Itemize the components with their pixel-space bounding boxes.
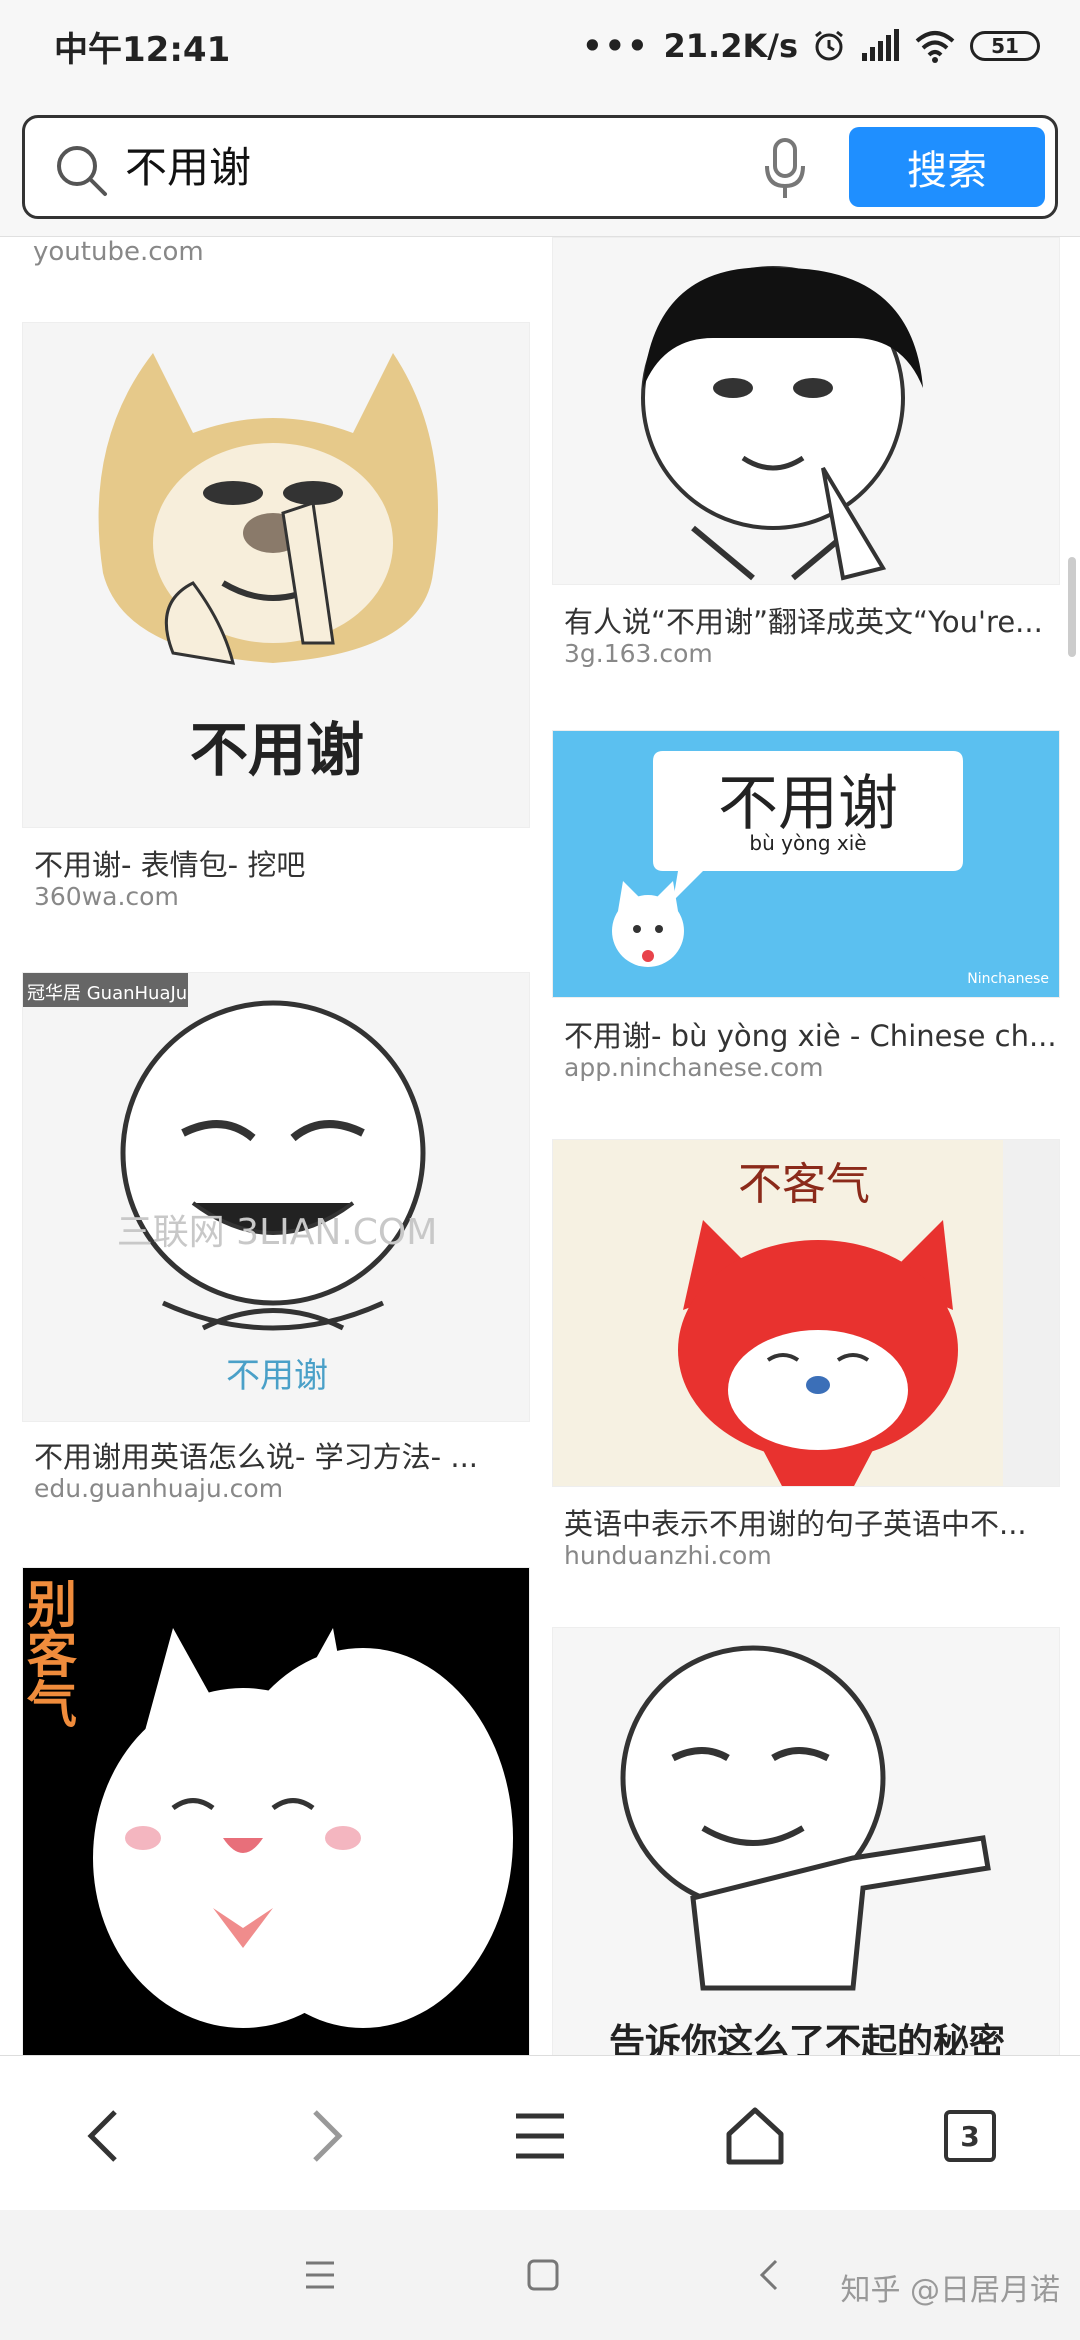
result-domain[interactable]: youtube.com xyxy=(33,237,204,267)
result-card[interactable]: 不客气 英语中表示不用谢的句子英语中不... hunduanzhi.com xyxy=(552,1139,1060,1570)
system-home-icon xyxy=(527,2259,559,2291)
result-domain[interactable]: 3g.163.com xyxy=(564,639,713,668)
result-thumbnail[interactable]: 不客气 xyxy=(552,1139,1060,1487)
forward-button[interactable] xyxy=(285,2096,365,2176)
system-menu-button[interactable] xyxy=(295,2250,345,2300)
result-domain[interactable]: edu.guanhuaju.com xyxy=(34,1474,283,1503)
search-button[interactable]: 搜索 xyxy=(849,127,1045,207)
menu-icon xyxy=(516,2113,564,2159)
ninchanese-logo: Ninchanese xyxy=(967,971,1049,987)
result-thumbnail[interactable]: 告诉你这么了不起的秘密 xyxy=(552,1627,1060,2055)
result-card[interactable]: 不用谢 bù yòng xiè Ninchanese 不用谢- bù yòng … xyxy=(552,730,1060,1082)
result-domain[interactable]: 360wa.com xyxy=(34,882,179,911)
alarm-icon xyxy=(815,30,843,61)
home-button[interactable] xyxy=(715,2096,795,2176)
pointing-face-image xyxy=(553,1628,1059,2055)
result-title[interactable]: 英语中表示不用谢的句子英语中不... xyxy=(564,1501,1060,1543)
meme-caption: 不用谢 xyxy=(226,1356,328,1396)
result-thumbnail[interactable]: 不用谢 bù yòng xiè Ninchanese xyxy=(552,730,1060,998)
result-thumbnail[interactable]: 冠华居 GuanHuaJu 三联网 3LIAN.COM 不用谢 xyxy=(22,972,530,1422)
result-card[interactable]: 有人说“不用谢”翻译成英文“You're... 3g.163.com xyxy=(552,237,1060,677)
result-title[interactable]: 不用谢- bù yòng xiè - Chinese ch... xyxy=(564,1013,1060,1055)
system-back-icon xyxy=(759,2259,778,2291)
result-thumbnail[interactable] xyxy=(552,237,1060,585)
meme-caption: 不客气 xyxy=(738,1159,870,1210)
wifi-icon xyxy=(915,31,955,63)
result-title[interactable]: 不用谢用英语怎么说- 学习方法- ... xyxy=(34,1434,524,1476)
status-indicators: ••• 21.2K/s 51 xyxy=(582,22,1040,70)
result-card[interactable]: 告诉你这么了不起的秘密 xyxy=(552,1627,1060,2055)
microphone-icon[interactable] xyxy=(755,136,815,202)
meme-pinyin: bù yòng xiè xyxy=(749,831,867,855)
meme-caption: 别客气 xyxy=(22,1578,77,1728)
tab-count-icon: 3 xyxy=(944,2110,996,2162)
watermark: 知乎 @日居月诺 xyxy=(840,2273,1060,2308)
status-bar: 中午12:41 ••• 21.2K/s 51 xyxy=(0,0,1080,95)
image-watermark: 三联网 3LIAN.COM xyxy=(116,1212,438,1253)
meme-caption: 不用谢 xyxy=(718,769,898,839)
browser-toolbar: 3 xyxy=(0,2055,1080,2210)
system-menu-icon xyxy=(306,2261,334,2289)
menu-button[interactable] xyxy=(500,2096,580,2176)
forward-arrow-icon xyxy=(313,2110,343,2162)
search-header: 不用谢 搜索 xyxy=(0,95,1080,237)
search-input[interactable]: 不用谢 xyxy=(125,138,251,198)
back-arrow-icon xyxy=(87,2110,117,2162)
result-card[interactable]: 别客气 xyxy=(22,1567,530,2055)
image-brand-label: 冠华居 GuanHuaJu xyxy=(27,983,188,1004)
meme-caption: 不用谢 xyxy=(189,716,364,784)
image-results: youtube.com 不用谢 不用谢- 表情包- 挖吧 360wa.com 冠… xyxy=(0,237,1080,2055)
result-domain[interactable]: hunduanzhi.com xyxy=(564,1541,772,1570)
status-time: 中午12:41 xyxy=(54,30,231,70)
signal-icon xyxy=(862,29,899,61)
result-title[interactable]: 有人说“不用谢”翻译成英文“You're... xyxy=(564,599,1060,641)
system-home-button[interactable] xyxy=(518,2250,568,2300)
result-domain[interactable]: app.ninchanese.com xyxy=(564,1053,824,1082)
network-speed: 21.2K/s xyxy=(663,27,798,65)
battery-icon: 51 xyxy=(970,31,1040,61)
mushroom-hair-meme-image xyxy=(553,238,1059,584)
result-thumbnail[interactable]: 不用谢 xyxy=(22,322,530,828)
search-box[interactable]: 不用谢 搜索 xyxy=(22,115,1058,219)
system-back-button[interactable] xyxy=(745,2250,795,2300)
result-title[interactable]: 不用谢- 表情包- 挖吧 xyxy=(34,842,524,884)
search-icon xyxy=(57,146,107,196)
meme-caption: 告诉你这么了不起的秘密 xyxy=(608,2022,1005,2055)
back-button[interactable] xyxy=(65,2096,145,2176)
more-dots-icon: ••• xyxy=(582,27,650,65)
result-card[interactable]: 冠华居 GuanHuaJu 三联网 3LIAN.COM 不用谢 不用谢用英语怎么… xyxy=(22,972,530,1532)
scrollbar[interactable] xyxy=(1068,557,1076,657)
result-thumbnail[interactable]: 别客气 xyxy=(22,1567,530,2055)
tabs-button[interactable]: 3 xyxy=(930,2096,1010,2176)
result-card[interactable]: 不用谢 不用谢- 表情包- 挖吧 360wa.com xyxy=(22,322,530,922)
system-nav-bar: 知乎 @日居月诺 xyxy=(0,2210,1080,2340)
home-icon xyxy=(726,2107,784,2165)
white-cat-image xyxy=(23,1568,529,2055)
